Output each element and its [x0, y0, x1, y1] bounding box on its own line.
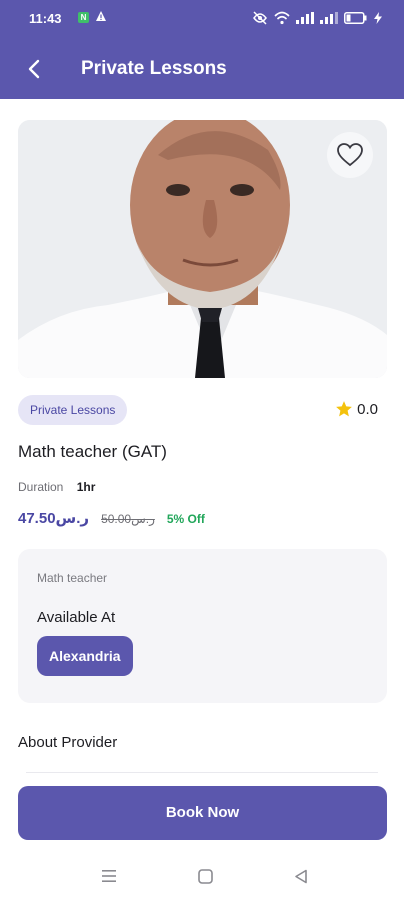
status-right-icons: [252, 10, 382, 26]
recent-apps-button[interactable]: [99, 866, 119, 886]
home-icon: [197, 868, 213, 884]
favorite-button[interactable]: [327, 132, 373, 178]
status-time: 11:43: [29, 11, 62, 26]
rating: 0.0: [335, 400, 378, 418]
back-arrow-icon: [28, 59, 40, 79]
book-now-button[interactable]: Book Now: [18, 786, 387, 840]
star-icon: [336, 401, 353, 417]
heart-icon: [337, 143, 363, 167]
provider-photo: [18, 120, 387, 378]
signal-icon: [296, 12, 314, 24]
duration-row: Duration 1hr: [18, 480, 95, 494]
duration-label: Duration: [18, 480, 64, 494]
notification-badge: N: [78, 12, 89, 23]
price-row: 47.50ر.س 50.00ر.س 5% Off: [18, 509, 205, 527]
home-button[interactable]: [195, 866, 215, 886]
about-provider-heading[interactable]: About Provider: [18, 734, 117, 751]
system-nav-bar: [0, 856, 404, 900]
service-title: Math teacher (GAT): [18, 442, 167, 461]
available-at-label: Available At: [37, 609, 116, 626]
page-title: Private Lessons: [81, 58, 227, 79]
original-price: 50.00ر.س: [101, 512, 155, 526]
duration-value: 1hr: [76, 480, 96, 494]
provider-card: Math teacher Available At Alexandria: [18, 549, 387, 703]
rating-value: 0.0: [357, 400, 378, 418]
back-triangle-icon: [295, 869, 307, 883]
divider: [26, 772, 378, 773]
app-header: 11:43 N Private Lessons: [0, 0, 404, 99]
menu-icon: [102, 870, 116, 882]
warning-icon: [96, 11, 106, 21]
discount-badge: 5% Off: [166, 512, 205, 526]
provider-role: Math teacher: [37, 571, 108, 585]
back-button[interactable]: [20, 55, 48, 83]
charging-icon: [374, 12, 382, 24]
status-bar: 11:43 N: [0, 0, 404, 36]
battery-icon: [344, 12, 367, 24]
mute-icon: [253, 11, 267, 25]
category-chip: Private Lessons: [18, 395, 128, 425]
wifi-icon: [274, 11, 290, 25]
location-chip[interactable]: Alexandria: [37, 636, 133, 676]
signal-icon-2: [320, 12, 338, 24]
system-back-button[interactable]: [291, 866, 311, 886]
current-price: 47.50ر.س: [18, 510, 90, 527]
